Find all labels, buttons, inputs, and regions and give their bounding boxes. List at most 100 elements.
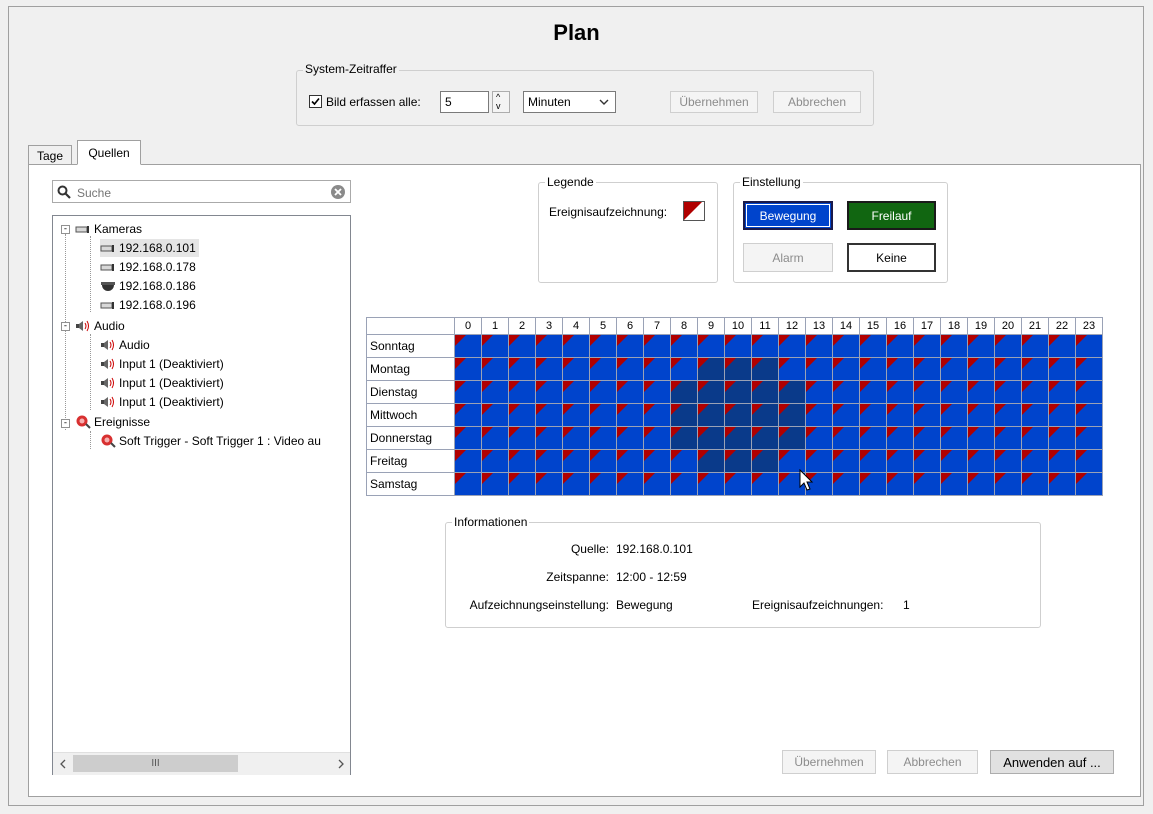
schedule-cell[interactable] bbox=[670, 357, 698, 381]
schedule-cell[interactable] bbox=[589, 357, 617, 381]
schedule-cell[interactable] bbox=[724, 403, 752, 427]
schedule-cell[interactable] bbox=[454, 380, 482, 404]
spin-down-icon[interactable]: v bbox=[496, 101, 501, 111]
schedule-cell[interactable] bbox=[940, 426, 968, 450]
tree-item-audio[interactable]: Input 1 (Deaktiviert) bbox=[100, 355, 224, 373]
schedule-cell[interactable] bbox=[859, 334, 887, 358]
hour-header[interactable]: 16 bbox=[886, 317, 914, 335]
schedule-cell[interactable] bbox=[1048, 357, 1076, 381]
schedule-cell[interactable] bbox=[535, 357, 563, 381]
schedule-cell[interactable] bbox=[859, 426, 887, 450]
schedule-cell[interactable] bbox=[832, 426, 860, 450]
schedule-cell[interactable] bbox=[481, 334, 509, 358]
day-label[interactable]: Freitag bbox=[366, 449, 455, 473]
schedule-cell[interactable] bbox=[967, 380, 995, 404]
clear-search-icon[interactable] bbox=[330, 184, 346, 200]
tree-item-audio[interactable]: Input 1 (Deaktiviert) bbox=[100, 374, 224, 392]
day-label[interactable]: Montag bbox=[366, 357, 455, 381]
schedule-cell[interactable] bbox=[967, 449, 995, 473]
schedule-cell[interactable] bbox=[508, 334, 536, 358]
schedule-cell[interactable] bbox=[454, 449, 482, 473]
schedule-cell[interactable] bbox=[670, 380, 698, 404]
schedule-cell[interactable] bbox=[886, 380, 914, 404]
schedule-cell[interactable] bbox=[886, 403, 914, 427]
schedule-cell[interactable] bbox=[724, 357, 752, 381]
hour-header[interactable]: 13 bbox=[805, 317, 833, 335]
tree-group-cameras[interactable]: Kameras bbox=[75, 220, 142, 238]
hour-header[interactable]: 12 bbox=[778, 317, 806, 335]
schedule-cell[interactable] bbox=[778, 426, 806, 450]
schedule-cell[interactable] bbox=[805, 357, 833, 381]
schedule-cell[interactable] bbox=[886, 449, 914, 473]
schedule-cell[interactable] bbox=[481, 403, 509, 427]
schedule-cell[interactable] bbox=[1048, 472, 1076, 496]
schedule-cell[interactable] bbox=[994, 426, 1022, 450]
hour-header[interactable]: 8 bbox=[670, 317, 698, 335]
scroll-left-button[interactable] bbox=[54, 754, 71, 773]
tree-item-audio[interactable]: Input 1 (Deaktiviert) bbox=[100, 393, 224, 411]
hour-header[interactable]: 19 bbox=[967, 317, 995, 335]
schedule-cell[interactable] bbox=[913, 472, 941, 496]
schedule-cell[interactable] bbox=[886, 426, 914, 450]
schedule-cell[interactable] bbox=[832, 334, 860, 358]
schedule-cell[interactable] bbox=[670, 334, 698, 358]
schedule-cell[interactable] bbox=[913, 357, 941, 381]
tree-item-camera[interactable]: 192.168.0.196 bbox=[100, 296, 196, 314]
schedule-cell[interactable] bbox=[535, 472, 563, 496]
schedule-cell[interactable] bbox=[940, 472, 968, 496]
schedule-cell[interactable] bbox=[481, 449, 509, 473]
schedule-cell[interactable] bbox=[940, 380, 968, 404]
schedule-cell[interactable] bbox=[724, 426, 752, 450]
schedule-cell[interactable] bbox=[724, 472, 752, 496]
day-label[interactable]: Samstag bbox=[366, 472, 455, 496]
schedule-cell[interactable] bbox=[805, 380, 833, 404]
schedule-cell[interactable] bbox=[751, 334, 779, 358]
hour-header[interactable]: 15 bbox=[859, 317, 887, 335]
schedule-cell[interactable] bbox=[697, 334, 725, 358]
tree-item-camera[interactable]: 192.168.0.178 bbox=[100, 258, 196, 276]
schedule-cell[interactable] bbox=[1075, 334, 1103, 358]
schedule-cell[interactable] bbox=[751, 380, 779, 404]
schedule-cell[interactable] bbox=[724, 334, 752, 358]
tree-group-events[interactable]: Ereignisse bbox=[75, 413, 150, 431]
schedule-cell[interactable] bbox=[697, 357, 725, 381]
schedule-cell[interactable] bbox=[913, 403, 941, 427]
hour-header[interactable]: 2 bbox=[508, 317, 536, 335]
schedule-cell[interactable] bbox=[616, 426, 644, 450]
hour-header[interactable]: 23 bbox=[1075, 317, 1103, 335]
schedule-cell[interactable] bbox=[643, 380, 671, 404]
schedule-cell[interactable] bbox=[508, 449, 536, 473]
alarm-button[interactable]: Alarm bbox=[743, 243, 833, 272]
schedule-cell[interactable] bbox=[670, 403, 698, 427]
schedule-cell[interactable] bbox=[751, 449, 779, 473]
schedule-cell[interactable] bbox=[562, 426, 590, 450]
schedule-cell[interactable] bbox=[535, 449, 563, 473]
schedule-cell[interactable] bbox=[913, 334, 941, 358]
schedule-cell[interactable] bbox=[643, 449, 671, 473]
schedule-cell[interactable] bbox=[697, 472, 725, 496]
cameras-collapse-toggle[interactable]: - bbox=[61, 225, 70, 234]
hour-header[interactable]: 20 bbox=[994, 317, 1022, 335]
schedule-cell[interactable] bbox=[1075, 380, 1103, 404]
schedule-cell[interactable] bbox=[886, 334, 914, 358]
schedule-cell[interactable] bbox=[1048, 403, 1076, 427]
schedule-cell[interactable] bbox=[751, 357, 779, 381]
search-field[interactable] bbox=[52, 180, 351, 203]
schedule-cell[interactable] bbox=[940, 334, 968, 358]
schedule-cell[interactable] bbox=[1075, 426, 1103, 450]
day-label[interactable]: Donnerstag bbox=[366, 426, 455, 450]
schedule-cell[interactable] bbox=[1021, 380, 1049, 404]
schedule-cell[interactable] bbox=[994, 380, 1022, 404]
schedule-cell[interactable] bbox=[859, 380, 887, 404]
schedule-cell[interactable] bbox=[1048, 449, 1076, 473]
motion-button[interactable]: Bewegung bbox=[743, 201, 833, 230]
hour-header[interactable]: 0 bbox=[454, 317, 482, 335]
tree-item-camera[interactable]: 192.168.0.186 bbox=[100, 277, 196, 295]
schedule-cell[interactable] bbox=[859, 403, 887, 427]
schedule-cell[interactable] bbox=[589, 380, 617, 404]
hour-header[interactable]: 3 bbox=[535, 317, 563, 335]
day-label[interactable]: Mittwoch bbox=[366, 403, 455, 427]
hour-header[interactable]: 21 bbox=[1021, 317, 1049, 335]
schedule-cell[interactable] bbox=[589, 472, 617, 496]
scroll-right-button[interactable] bbox=[332, 754, 349, 773]
